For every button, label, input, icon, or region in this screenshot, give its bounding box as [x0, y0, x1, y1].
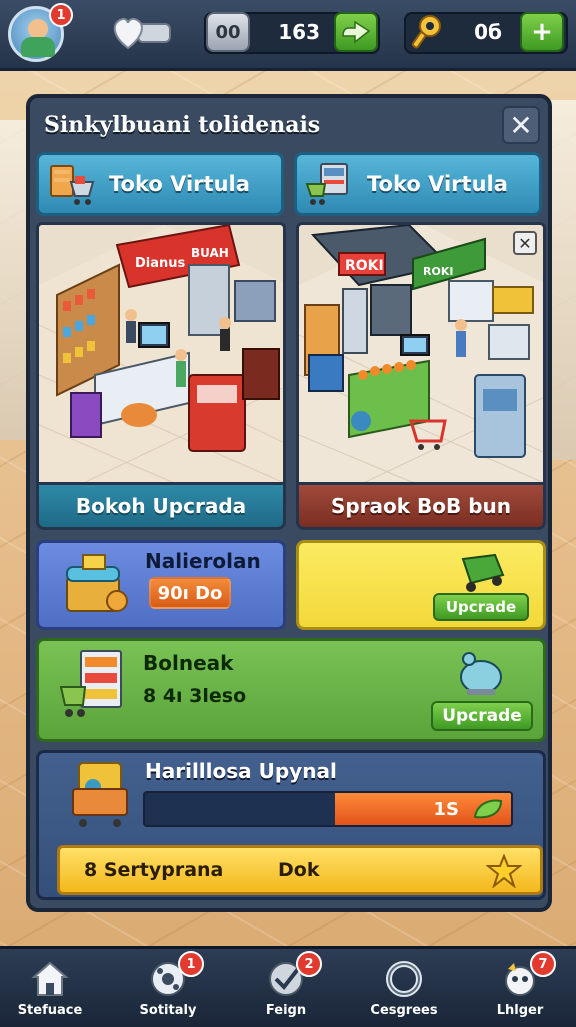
store-scene-left[interactable]: Dianus BUAH [36, 222, 286, 482]
coin-icon: 00 [206, 12, 250, 52]
progress-title: Harilllosa Upynal [145, 759, 337, 783]
nav-label: Cesgrees [370, 1003, 438, 1018]
avatar-face [28, 19, 48, 39]
nav-badge: 2 [296, 951, 322, 977]
top-bar: 1 00 163 0б + [0, 0, 576, 71]
nav-badge: 1 [178, 951, 204, 977]
avatar-body [21, 37, 55, 57]
gold-bar-center-label: Dok [278, 859, 320, 881]
player-avatar[interactable]: 1 [8, 3, 73, 62]
avatar-notification-badge: 1 [49, 3, 73, 27]
upgrade-machine-icon [461, 553, 505, 592]
checkout-cart-icon [305, 163, 348, 205]
scene-close-button[interactable]: ✕ [513, 231, 537, 255]
nav-label: Sotitaly [139, 1003, 197, 1018]
leaf-icon [473, 799, 503, 819]
product-cart-icon [72, 762, 128, 827]
upgrade-robot-icon [460, 652, 502, 695]
coin-value: 163 [278, 20, 320, 44]
nav-item-home[interactable]: Stefuace [0, 955, 100, 1025]
materials-title: Nalierolan [145, 549, 261, 573]
upgrade-progress-bar: 1S [143, 791, 513, 827]
nav-label: Lhlger [496, 1003, 544, 1018]
buy-coins-button[interactable] [334, 12, 378, 52]
ring-icon [386, 961, 422, 997]
scene-sign-left: ROKI [345, 258, 384, 274]
arrow-right-icon [342, 20, 371, 44]
scene-sign-left: Dianus [135, 256, 186, 271]
bottom-navigation: Stefuace 1 Sotitaly 2 Feign Cesgrees 7 L… [0, 946, 576, 1027]
bolneak-title: Bolneak [143, 651, 234, 675]
yellow-upgrade-button[interactable]: Upcrade [433, 593, 529, 621]
add-keys-button[interactable]: + [520, 12, 564, 52]
bolneak-subtitle: 8 4ı 3leso [143, 685, 247, 707]
heart-toggle-icon[interactable] [110, 14, 172, 52]
star-icon [486, 854, 522, 888]
store-cart-icon [50, 165, 95, 205]
materials-card: Nalierolan 90ı Do [36, 540, 286, 630]
nav-item-progress[interactable]: Cesgrees [354, 955, 454, 1025]
shelf-cart-icon [59, 650, 122, 717]
store-interior-illustration: Dianus BUAH [39, 225, 283, 482]
key-value: 0б [474, 20, 502, 44]
home-icon [31, 961, 69, 996]
progress-card: Harilllosa Upynal 1S 8 Sertyprana Dok [36, 750, 546, 900]
scene-sign-right: BUAH [191, 246, 229, 260]
nav-item-social[interactable]: 1 Sotitaly [118, 951, 218, 1025]
yellow-upgrade-card: Upcrade [296, 540, 546, 630]
tab-label: Toko Virtula [109, 172, 250, 196]
supermarket-interior-illustration: ROKI ROKI [299, 225, 543, 482]
close-button[interactable]: ✕ [502, 106, 540, 144]
materials-price[interactable]: 90ı Do [149, 577, 231, 609]
bolneak-upgrade-button[interactable]: Upcrade [431, 701, 533, 731]
key-icon [411, 15, 441, 49]
tab-label: Toko Virtula [367, 172, 508, 196]
store-scene-right[interactable]: ROKI ROKI ✕ [296, 222, 546, 482]
bolneak-card: Bolneak 8 4ı 3leso Upcrade [36, 638, 546, 742]
tab-toko-virtula-1[interactable]: Toko Virtula [36, 152, 284, 216]
scene-sign-right: ROKI [423, 265, 453, 278]
treasure-chest-icon [66, 554, 128, 612]
nav-label: Stefuace [17, 1003, 83, 1018]
store-upgrade-panel: Sinkylbuani tolidenais ✕ Toko Virtula To… [26, 94, 552, 912]
bokoh-upcrada-button[interactable]: Bokoh Upcrada [36, 482, 286, 530]
progress-value: 1S [433, 798, 460, 820]
tab-toko-virtula-2[interactable]: Toko Virtula [294, 152, 542, 216]
nav-label: Feign [265, 1003, 307, 1018]
serty-prana-button[interactable]: 8 Sertyprana Dok [57, 845, 543, 895]
nav-badge: 7 [530, 951, 556, 977]
nav-item-feign[interactable]: 2 Feign [236, 951, 336, 1025]
spraok-bob-bun-button[interactable]: Spraok BoB bun [296, 482, 546, 530]
gold-bar-left-label: 8 Sertyprana [84, 859, 224, 881]
panel-title: Sinkylbuani tolidenais [44, 112, 321, 138]
nav-item-more[interactable]: 7 Lhlger [470, 951, 570, 1025]
